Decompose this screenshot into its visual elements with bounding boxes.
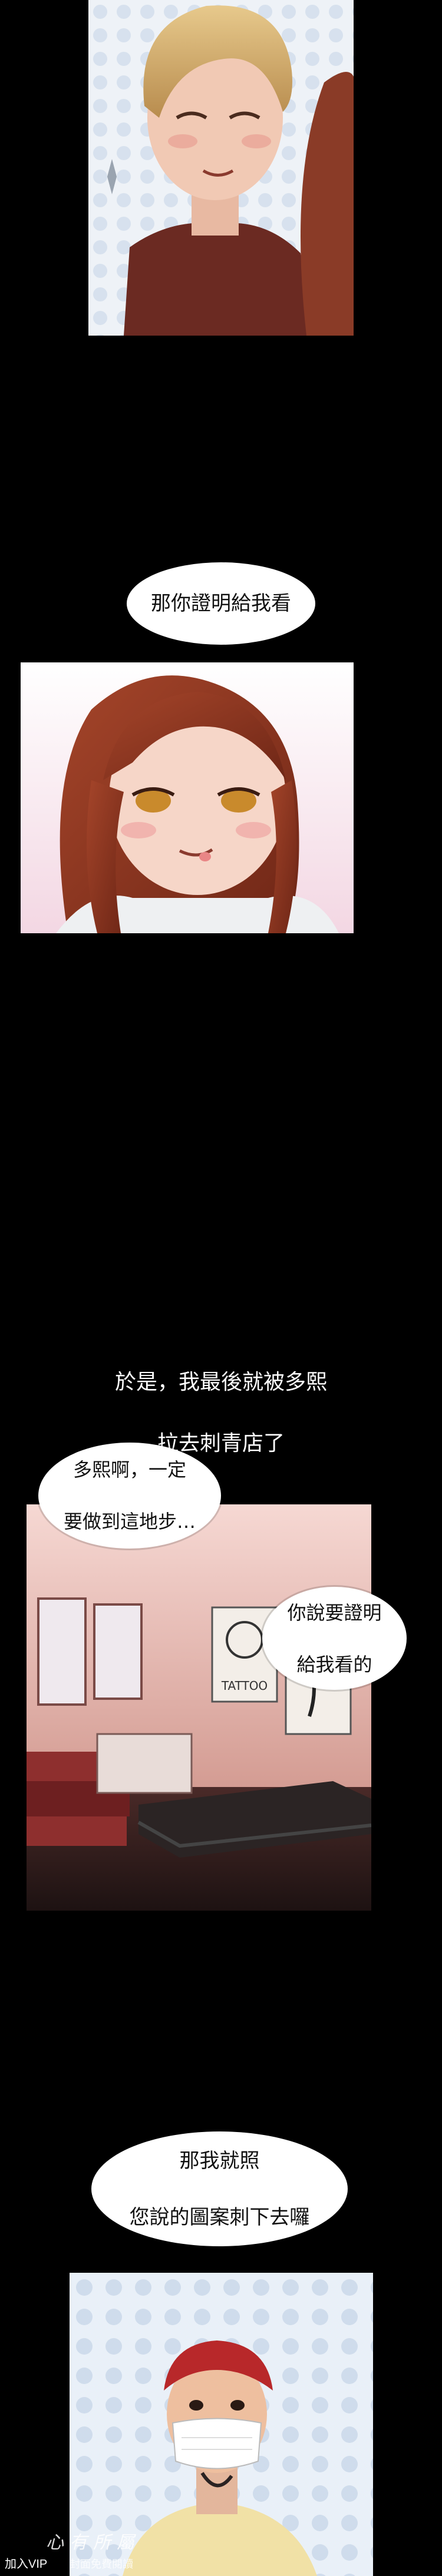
narration-line-1: 於是，我最後就被多熙 (114, 1370, 327, 1394)
panel-tattoo-shop: TATTOO (27, 1504, 371, 1911)
speech-bubble-4-line-2: 您說的圖案刺下去囉 (129, 2205, 310, 2229)
tattoo-artist-illustration (70, 2273, 373, 2576)
speech-bubble-1-text: 那你證明給我看 (151, 592, 291, 615)
panel-woman (21, 662, 354, 933)
watermark-vip: 加入VIP (5, 2558, 48, 2571)
speech-bubble-3: 你說要證明 給我看的 (262, 1587, 407, 1690)
panel-tattoo-artist (70, 2273, 373, 2576)
speech-bubble-4-line-1: 那我就照 (179, 2149, 260, 2173)
speech-bubble-1: 那你證明給我看 (127, 562, 315, 645)
speech-bubble-3-line-2: 給我看的 (296, 1653, 372, 1676)
woman-illustration (21, 662, 354, 933)
tattoo-sign: TATTOO (221, 1679, 268, 1693)
man-illustration (88, 0, 354, 336)
tattoo-shop-illustration: TATTOO (27, 1504, 371, 1911)
speech-bubble-3-line-1: 你說要證明 (287, 1601, 382, 1624)
speech-bubble-2: 多熙啊，一定 要做到這地步… (38, 1443, 221, 1549)
panel-man-top (88, 0, 354, 336)
speech-bubble-2-line-1: 多熙啊，一定 (72, 1458, 186, 1481)
speech-bubble-4: 那我就照 您說的圖案刺下去囉 (91, 2131, 348, 2246)
speech-bubble-2-line-2: 要做到這地步… (63, 1510, 196, 1533)
